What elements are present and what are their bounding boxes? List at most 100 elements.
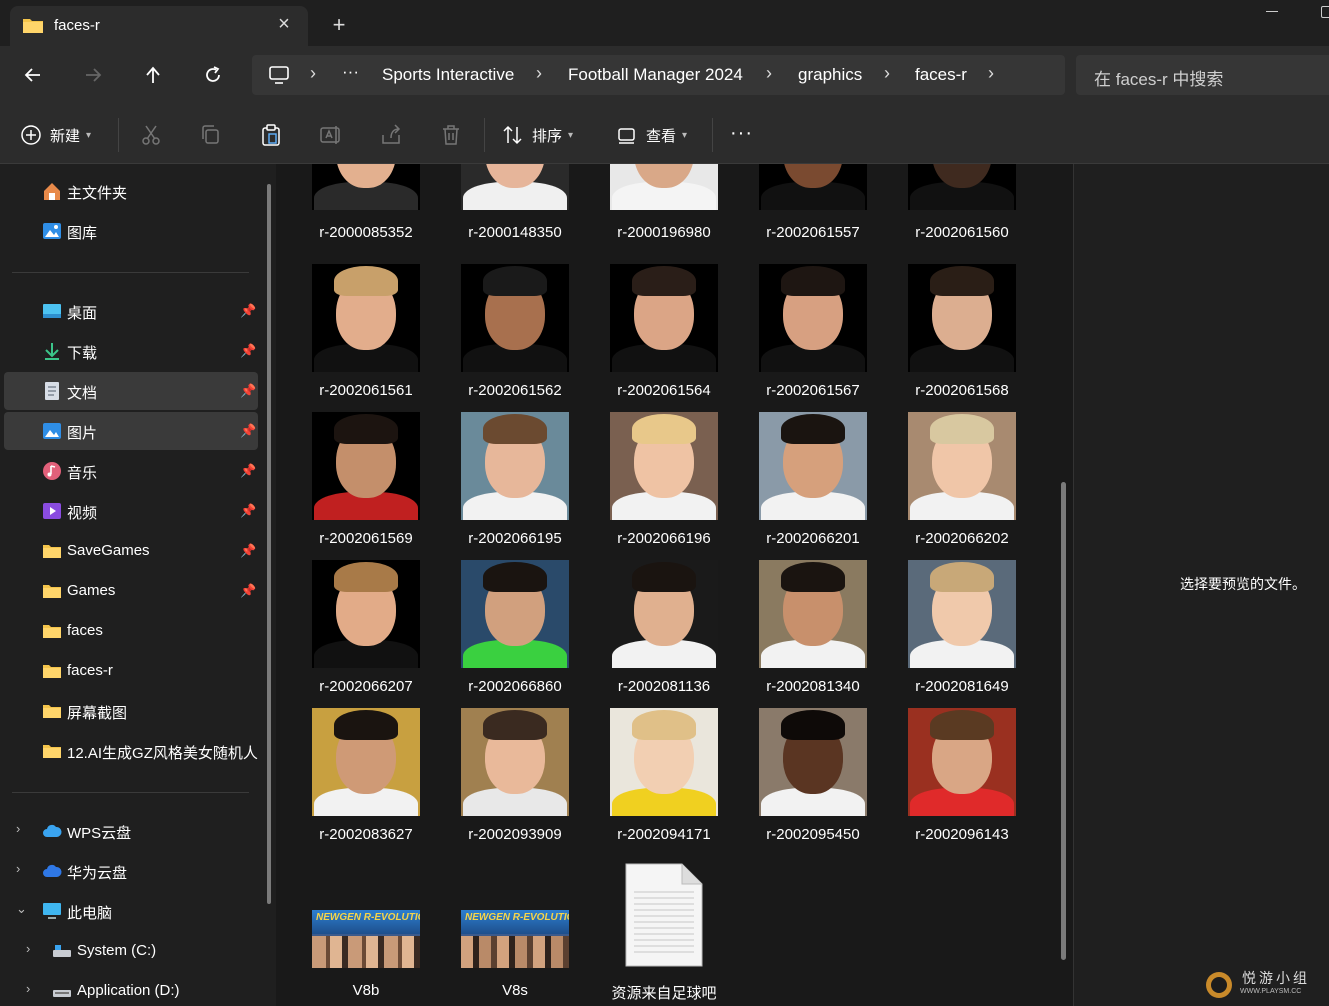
- file-name: r-2002061569: [319, 530, 413, 547]
- chevron-right-icon[interactable]: ›: [26, 981, 30, 996]
- sidebar-item-downloads[interactable]: 下载 📌: [4, 332, 258, 370]
- face-thumbnail: [908, 164, 1016, 210]
- pin-icon[interactable]: 📌: [240, 343, 256, 359]
- rename-icon[interactable]: [319, 123, 343, 147]
- search-input[interactable]: 在 faces-r 中搜索: [1094, 65, 1223, 90]
- pin-icon[interactable]: 📌: [240, 463, 256, 479]
- sidebar-item-savegames[interactable]: SaveGames 📌: [4, 532, 258, 570]
- face-thumbnail: [461, 708, 569, 816]
- delete-icon[interactable]: [439, 123, 463, 147]
- sidebar-item-faces-r[interactable]: faces-r: [4, 652, 258, 690]
- sidebar-item-label: 此电脑: [67, 905, 113, 922]
- file-item[interactable]: r-2002061562: [441, 264, 589, 404]
- file-item-v8s[interactable]: NEWGEN R-EVOLUTION V8 V8s: [441, 870, 589, 1006]
- pin-icon[interactable]: 📌: [240, 423, 256, 439]
- pin-icon[interactable]: 📌: [240, 303, 256, 319]
- breadcrumb-ellipsis[interactable]: ···: [342, 62, 359, 82]
- file-item[interactable]: r-2002066202: [888, 412, 1036, 552]
- sidebar-item-ai-folder[interactable]: 12.AI生成GZ风格美女随机人: [4, 732, 258, 770]
- file-item[interactable]: r-2002061564: [590, 264, 738, 404]
- breadcrumb-chevron-icon[interactable]: ›: [766, 63, 772, 84]
- sidebar-item-drive-d[interactable]: › Application (D:): [4, 972, 258, 1006]
- search-box[interactable]: 在 faces-r 中搜索: [1076, 55, 1329, 95]
- forward-button[interactable]: [78, 60, 108, 90]
- sidebar-item-music[interactable]: 音乐 📌: [4, 452, 258, 490]
- sidebar-item-desktop[interactable]: 桌面 📌: [4, 292, 258, 330]
- content-scrollbar[interactable]: [1061, 482, 1066, 960]
- chevron-right-icon[interactable]: ›: [26, 941, 30, 956]
- file-item[interactable]: r-2002061568: [888, 264, 1036, 404]
- sidebar-item-gallery[interactable]: 图库: [4, 212, 258, 250]
- view-button[interactable]: 查看 ▾: [616, 120, 687, 150]
- chevron-down-icon[interactable]: ⌄: [16, 901, 27, 917]
- sidebar-item-documents[interactable]: 文档 📌: [4, 372, 258, 410]
- breadcrumb-sports-interactive[interactable]: Sports Interactive: [382, 65, 514, 85]
- chevron-down-icon: ▾: [568, 129, 574, 141]
- back-button[interactable]: [18, 60, 48, 90]
- sidebar-item-faces[interactable]: faces: [4, 612, 258, 650]
- file-item-txt[interactable]: 资源来自足球吧: [590, 863, 738, 1006]
- sidebar-item-home[interactable]: 主文件夹: [4, 172, 258, 210]
- file-item[interactable]: r-2002061567: [739, 264, 887, 404]
- sort-button[interactable]: 排序 ▾: [502, 120, 573, 150]
- monitor-icon[interactable]: [268, 65, 290, 90]
- file-item[interactable]: r-2002066207: [292, 560, 440, 700]
- file-item[interactable]: r-2002094171: [590, 708, 738, 848]
- breadcrumb-chevron-icon[interactable]: ›: [988, 63, 994, 84]
- file-item[interactable]: r-2002096143: [888, 708, 1036, 848]
- close-tab-icon[interactable]: ×: [272, 12, 296, 36]
- file-item[interactable]: r-2002061569: [292, 412, 440, 552]
- sidebar-item-drive-c[interactable]: › System (C:): [4, 932, 258, 970]
- file-item[interactable]: r-2002066201: [739, 412, 887, 552]
- chevron-right-icon[interactable]: ›: [16, 861, 20, 876]
- sidebar-item-games[interactable]: Games 📌: [4, 572, 258, 610]
- cut-icon[interactable]: [139, 123, 163, 147]
- file-item-v8b[interactable]: NEWGEN R-EVOLUTION V8 V8b: [292, 870, 440, 1006]
- pin-icon[interactable]: 📌: [240, 543, 256, 559]
- chevron-right-icon[interactable]: ›: [16, 821, 20, 836]
- file-item[interactable]: r-2002066196: [590, 412, 738, 552]
- file-item[interactable]: r-2002066860: [441, 560, 589, 700]
- file-item[interactable]: r-2002081136: [590, 560, 738, 700]
- face-thumbnail: [759, 412, 867, 520]
- up-button[interactable]: [138, 60, 168, 90]
- file-item[interactable]: r-2002066195: [441, 412, 589, 552]
- paste-icon[interactable]: [259, 123, 283, 147]
- file-item[interactable]: r-2002093909: [441, 708, 589, 848]
- breadcrumb-football-manager[interactable]: Football Manager 2024: [568, 65, 743, 85]
- hair: [930, 562, 994, 592]
- new-tab-button[interactable]: +: [326, 12, 352, 38]
- sidebar-item-wps-cloud[interactable]: › WPS云盘: [4, 812, 258, 850]
- breadcrumb-faces-r[interactable]: faces-r: [915, 65, 967, 85]
- file-item[interactable]: r-2002083627: [292, 708, 440, 848]
- more-options-button[interactable]: ···: [730, 122, 753, 145]
- share-icon[interactable]: [379, 123, 403, 147]
- breadcrumb-chevron-icon[interactable]: ›: [884, 63, 890, 84]
- sidebar-item-pictures[interactable]: 图片 📌: [4, 412, 258, 450]
- sidebar-scrollbar[interactable]: [267, 184, 271, 904]
- breadcrumb-chevron-icon[interactable]: ›: [310, 63, 316, 84]
- file-item[interactable]: r-2002095450: [739, 708, 887, 848]
- sidebar-item-this-pc[interactable]: ⌄ 此电脑: [4, 892, 258, 930]
- file-item[interactable]: r-2002081340: [739, 560, 887, 700]
- new-button[interactable]: 新建 ▾: [20, 120, 91, 150]
- breadcrumb-chevron-icon[interactable]: ›: [536, 63, 542, 84]
- sidebar-item-videos[interactable]: 视频 📌: [4, 492, 258, 530]
- sidebar-item-screenshots[interactable]: 屏幕截图: [4, 692, 258, 730]
- minimize-button[interactable]: [1262, 2, 1282, 18]
- refresh-button[interactable]: [198, 60, 228, 90]
- file-item[interactable]: r-2002061561: [292, 264, 440, 404]
- sidebar-item-huawei-cloud[interactable]: › 华为云盘: [4, 852, 258, 890]
- pin-icon[interactable]: 📌: [240, 583, 256, 599]
- pin-icon[interactable]: 📌: [240, 503, 256, 519]
- hair: [930, 414, 994, 444]
- tab-faces-r[interactable]: faces-r ×: [10, 6, 308, 46]
- pin-icon[interactable]: 📌: [240, 383, 256, 399]
- maximize-button[interactable]: [1321, 6, 1329, 18]
- file-item[interactable]: r-2002081649: [888, 560, 1036, 700]
- breadcrumb-graphics[interactable]: graphics: [798, 65, 862, 85]
- copy-icon[interactable]: [199, 123, 223, 147]
- address-bar[interactable]: › ··· Sports Interactive › Football Mana…: [252, 55, 1065, 95]
- command-bar: 新建 ▾ 排序 ▾ 查看 ▾ ···: [0, 106, 1329, 164]
- gallery-icon: [43, 223, 61, 239]
